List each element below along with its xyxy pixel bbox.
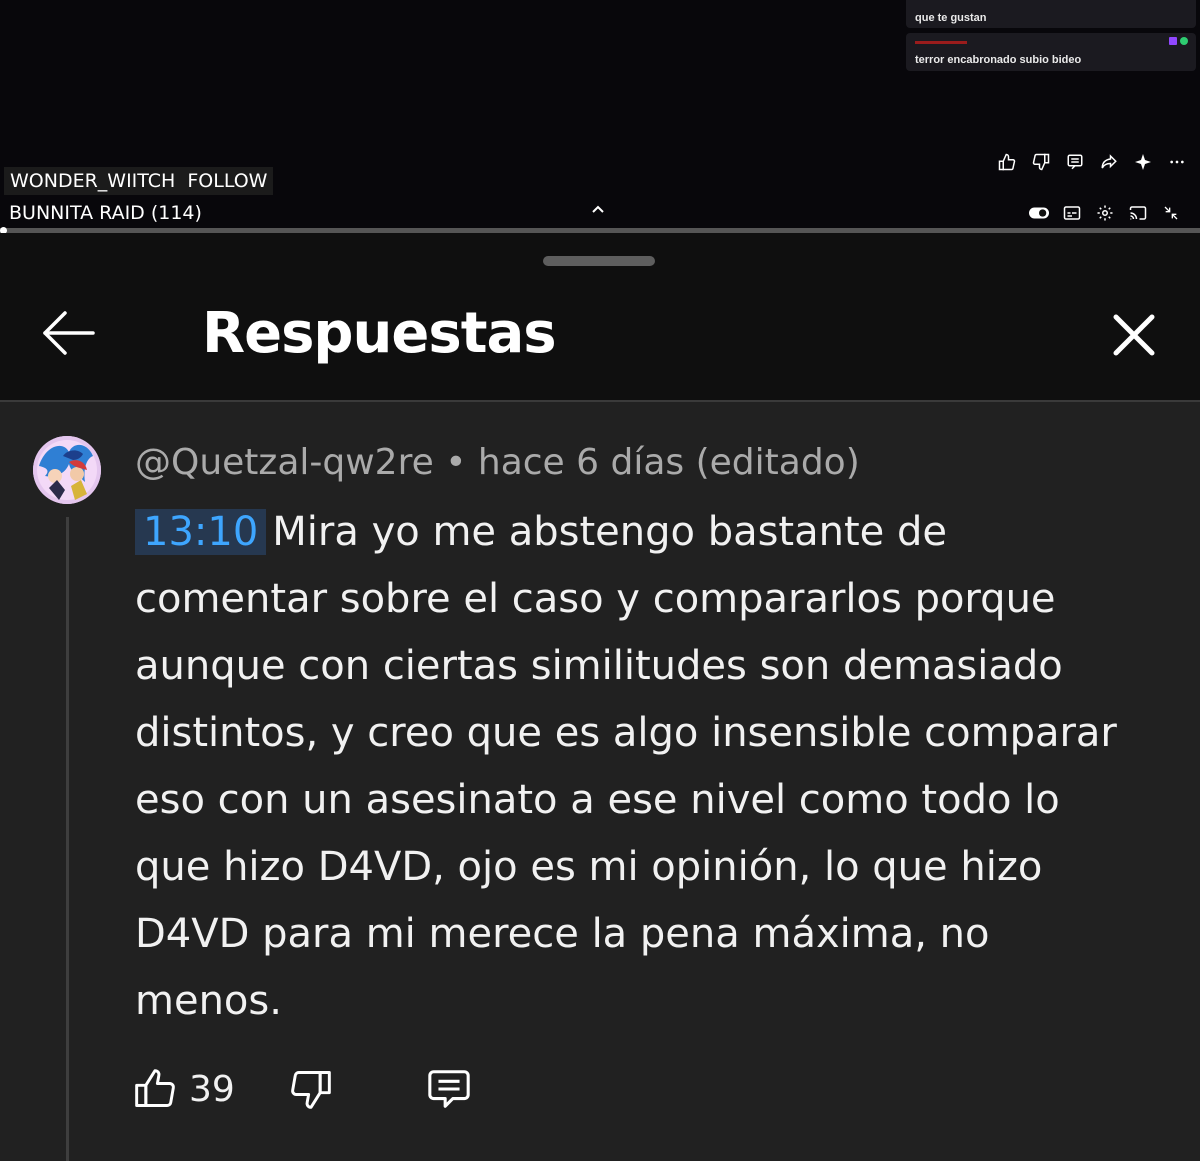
comment-actions: 39 [133, 1064, 473, 1114]
captions-icon[interactable] [1062, 203, 1082, 223]
comment-author[interactable]: @Quetzal-qw2re [135, 442, 434, 483]
chat-message-text: que te gustan [915, 12, 987, 24]
streamer-overlay: WONDER_WIITCH FOLLOW [4, 167, 274, 195]
autoplay-toggle-icon[interactable] [1029, 203, 1049, 223]
thumbs-up-icon[interactable] [997, 152, 1017, 172]
thumbs-up-icon [135, 1069, 175, 1107]
comments-icon[interactable] [1065, 152, 1085, 172]
comment-time: hace 6 días (editado) [477, 442, 860, 483]
chat-message: que te gustan [906, 0, 1196, 28]
more-icon[interactable] [1167, 152, 1187, 172]
chat-badges [1169, 37, 1188, 45]
reply-button[interactable] [425, 1066, 473, 1112]
close-icon [1113, 314, 1155, 356]
meta-separator: • [445, 442, 467, 483]
sub-badge-icon [1169, 37, 1177, 45]
video-controls [1029, 203, 1181, 223]
comment-item: @Quetzal-qw2re • hace 6 días (editado) 1… [0, 402, 1200, 1161]
raid-overlay: BUNNITA RAID (114) [9, 202, 202, 224]
avatar[interactable] [33, 436, 101, 504]
chat-message: terror encabronado subio bideo [906, 33, 1196, 71]
comment-body-text: Mira yo me abstengo bastante de comentar… [135, 509, 1117, 1024]
timestamp-link[interactable]: 13:10 [135, 509, 267, 555]
video-actions [997, 152, 1187, 172]
close-button[interactable] [1104, 305, 1164, 365]
drag-handle[interactable] [543, 256, 655, 266]
chat-username [915, 39, 1187, 48]
collapse-icon[interactable] [1161, 203, 1181, 223]
sheet-title: Respuestas [202, 301, 557, 366]
back-button[interactable] [36, 305, 100, 361]
video-player[interactable]: que te gustan terror encabronado subio b… [0, 0, 1200, 233]
cast-icon[interactable] [1128, 203, 1148, 223]
chat-message-text: terror encabronado subio bideo [915, 54, 1082, 66]
comment-header: @Quetzal-qw2re • hace 6 días (editado) [135, 442, 860, 483]
sparkle-icon[interactable] [1133, 152, 1153, 172]
back-arrow-icon [43, 311, 95, 355]
reply-icon [428, 1070, 470, 1108]
dislike-button[interactable] [289, 1067, 333, 1111]
comment-text: 13:10 Mira yo me abstengo bastante de com… [135, 499, 1135, 1035]
share-icon[interactable] [1099, 152, 1119, 172]
streamer-name: WONDER_WIITCH [10, 170, 176, 192]
settings-icon[interactable] [1095, 203, 1115, 223]
thumbs-down-icon [291, 1071, 331, 1109]
thread-line [66, 517, 69, 1161]
like-count: 39 [189, 1068, 235, 1110]
thumbs-down-icon[interactable] [1031, 152, 1051, 172]
like-button[interactable] [133, 1067, 177, 1111]
chevron-up-icon[interactable] [591, 203, 605, 218]
follow-label: FOLLOW [187, 170, 268, 192]
emote-icon [1180, 37, 1188, 45]
